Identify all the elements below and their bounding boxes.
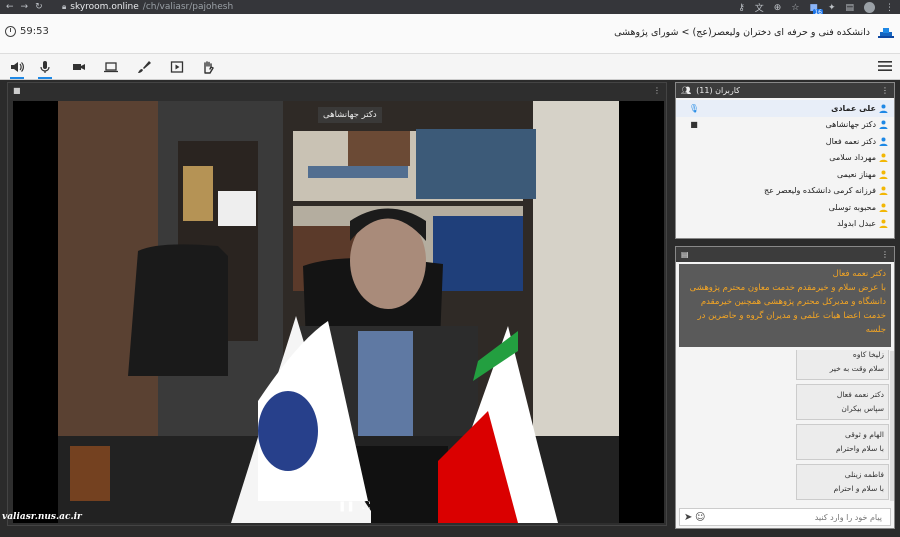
- message-sender: زلیخا کاوه: [852, 350, 884, 359]
- url-path: /ch/valiasr/pajohesh: [142, 2, 234, 12]
- address-bar[interactable]: 🔒︎ skyroom.online/ch/valiasr/pajohesh: [62, 1, 762, 13]
- users-panel-header: 👥︎ کاربران (11) ⋮: [676, 83, 894, 98]
- translate-icon[interactable]: 文: [755, 1, 764, 14]
- back-icon[interactable]: ←: [6, 2, 14, 12]
- pinned-message: دکتر نعمه فعال با عرض سلام و خیرمقدم خدم…: [679, 264, 891, 347]
- user-icon: [879, 203, 888, 212]
- key-icon[interactable]: ⚷: [738, 3, 745, 13]
- lock-icon: 🔒︎: [62, 2, 67, 11]
- fullscreen-icon[interactable]: ⛶: [363, 501, 370, 512]
- video-panel-header: ■ ⋮: [8, 83, 666, 98]
- site-watermark: valiasr.nus.ac.ir: [2, 512, 82, 522]
- message-sender: دکتر نعمه فعال: [836, 390, 884, 399]
- microphone-active-icon: 🎙︎: [688, 103, 700, 113]
- users-title: کاربران (11): [696, 86, 740, 95]
- brush-icon[interactable]: [136, 59, 152, 75]
- user-name: محبوبه توسلی: [828, 202, 876, 212]
- forward-icon[interactable]: →: [21, 2, 29, 12]
- chat-message: زلیخا کاوه سلام وقت به خیر: [796, 350, 889, 380]
- timer-value: 59:53: [20, 26, 49, 37]
- toolbar: [0, 54, 900, 80]
- browser-bar: ← → ↻ 🔒︎ skyroom.online/ch/valiasr/pajoh…: [0, 0, 900, 16]
- chat-panel-menu-icon[interactable]: ⋮: [881, 250, 889, 259]
- chat-message: فاطمه زینلی با سلام و احترام: [796, 464, 889, 500]
- chat-scrollbar[interactable]: [890, 351, 894, 501]
- user-name: دکتر نعمه فعال: [825, 136, 876, 146]
- presentation-icon[interactable]: [169, 59, 185, 75]
- more-vert-icon[interactable]: ⋮: [885, 3, 894, 13]
- speaker-video-frame: [58, 101, 619, 523]
- skyroom-logo-icon: [878, 28, 894, 38]
- chat-input[interactable]: [706, 512, 886, 522]
- reload-icon[interactable]: ↻: [35, 2, 43, 12]
- url-host: skyroom.online: [70, 2, 139, 12]
- user-icon: [879, 120, 888, 130]
- user-icon: [879, 219, 888, 229]
- video-panel-menu-icon[interactable]: ⋮: [653, 86, 661, 95]
- user-row[interactable]: عبدل ابدولد: [676, 216, 894, 233]
- message-sender: فاطمه زینلی: [844, 470, 884, 479]
- user-name: مهرداد سلامی: [829, 153, 876, 163]
- chat-panel-header: ▤ ⋮: [676, 247, 894, 262]
- video-camera-icon: ■: [13, 86, 21, 95]
- user-name: مهناز نعیمی: [836, 169, 876, 179]
- user-row[interactable]: دکتر جهانشاهی ■: [676, 117, 894, 134]
- user-row[interactable]: مهناز نعیمی: [676, 166, 894, 183]
- room-title: دانشکده فنی و حرفه ای دختران ولیعصر(عج) …: [614, 27, 870, 38]
- screen-share-icon[interactable]: [103, 59, 119, 75]
- emoji-icon[interactable]: ☺: [695, 512, 706, 523]
- message-text: سلام وقت به خیر: [829, 364, 884, 373]
- user-name: فرزانه کرمی دانشکده ولیعصر عج: [763, 186, 876, 196]
- user-name: دکتر جهانشاهی: [825, 120, 877, 130]
- video-stream[interactable]: دکتر جهانشاهی ❚❚ ⛶: [13, 101, 664, 523]
- user-icon: [879, 104, 888, 113]
- user-icon: [879, 153, 888, 163]
- session-timer: 59:53: [5, 26, 49, 37]
- video-panel: ■ ⋮ دکتر جهانشاهی ❚❚ ⛶: [7, 82, 667, 526]
- raise-hand-icon[interactable]: [200, 59, 216, 75]
- speaker-icon[interactable]: [9, 59, 25, 79]
- hamburger-menu-icon[interactable]: [878, 60, 892, 72]
- user-row[interactable]: مهرداد سلامی: [676, 150, 894, 167]
- user-row[interactable]: محبوبه توسلی: [676, 199, 894, 216]
- pinned-text: با عرض سلام و خیرمقدم خدمت معاون محترم پ…: [689, 283, 886, 335]
- user-icon: [879, 137, 888, 146]
- users-group-icon: 👥︎: [681, 86, 692, 95]
- user-row[interactable]: دکتر نعمه فعال: [676, 133, 894, 150]
- star-icon[interactable]: ☆: [791, 3, 799, 13]
- user-icon: [879, 186, 888, 196]
- message-text: سپاس بیکران: [841, 404, 884, 413]
- chat-messages[interactable]: زلیخا کاوه سلام وقت به خیر دکتر نعمه فعا…: [679, 350, 891, 505]
- users-list: علی عمادی 🎙︎ دکتر جهانشاهی ■ دکتر نعمه ف…: [676, 98, 894, 232]
- microphone-icon[interactable]: [37, 59, 53, 79]
- chat-icon: ▤: [681, 250, 689, 259]
- users-panel-menu-icon[interactable]: ⋮: [881, 86, 889, 95]
- user-row[interactable]: علی عمادی 🎙︎: [676, 100, 894, 117]
- chat-message: دکتر نعمه فعال سپاس بیکران: [796, 384, 889, 420]
- extension-icon[interactable]: ■ 16: [809, 3, 823, 16]
- app-header: 59:53 دانشکده فنی و حرفه ای دختران ولیعص…: [0, 14, 900, 54]
- user-name: علی عمادی: [831, 103, 876, 113]
- user-row[interactable]: فرزانه کرمی دانشکده ولیعصر عج: [676, 183, 894, 200]
- puzzle-icon[interactable]: ✦: [828, 3, 836, 13]
- chat-input-bar: ➤ ☺: [679, 508, 891, 526]
- users-panel: 👥︎ کاربران (11) ⋮ علی عمادی 🎙︎ دکتر جهان…: [675, 82, 895, 239]
- zoom-icon[interactable]: ⊕: [774, 3, 782, 13]
- user-name: عبدل ابدولد: [837, 219, 876, 229]
- camera-active-icon: ■: [690, 120, 698, 130]
- message-sender: الهام و ثوقی: [845, 430, 884, 439]
- message-text: با سلام واحترام: [835, 444, 884, 453]
- chat-message: الهام و ثوقی با سلام واحترام: [796, 424, 889, 460]
- pause-icon[interactable]: ❚❚: [338, 501, 355, 512]
- camera-icon[interactable]: [71, 59, 87, 75]
- profile-avatar[interactable]: [864, 2, 875, 13]
- send-icon[interactable]: ➤: [684, 512, 695, 523]
- message-text: با سلام و احترام: [833, 484, 884, 493]
- chat-panel: ▤ ⋮ دکتر نعمه فعال با عرض سلام و خیرمقدم…: [675, 246, 895, 529]
- user-icon: [879, 170, 888, 179]
- pinned-sender: دکتر نعمه فعال: [832, 269, 886, 279]
- speaker-name-tag: دکتر جهانشاهی: [318, 107, 382, 123]
- menu-icon[interactable]: ▤: [845, 3, 854, 13]
- clock-icon: [5, 26, 16, 37]
